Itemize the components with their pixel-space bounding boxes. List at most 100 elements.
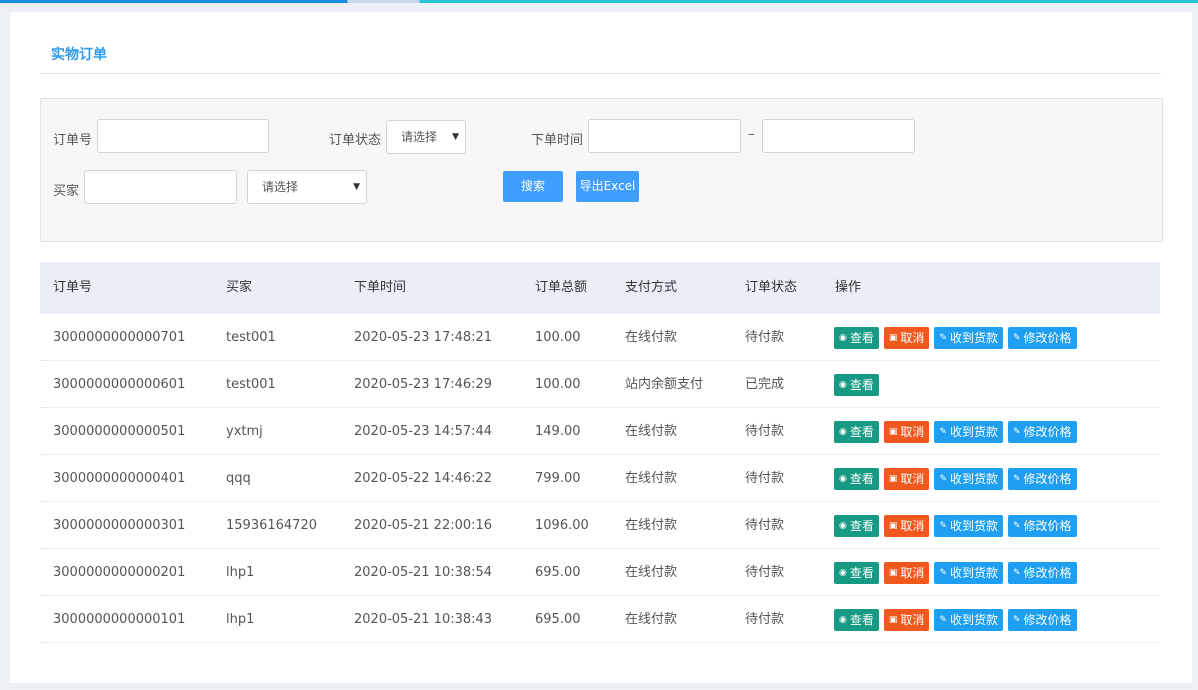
page-title: 实物订单 — [51, 47, 107, 63]
cancel-button[interactable]: ▣ 取消 — [883, 420, 930, 443]
cell-order-no: 3000000000000201 — [53, 565, 186, 580]
view-button[interactable]: ◉ 查看 — [834, 514, 879, 537]
cancel-button-label: 取消 — [900, 330, 925, 345]
view-button[interactable]: ◉ 查看 — [834, 467, 879, 490]
view-button[interactable]: ◉ 查看 — [834, 373, 879, 396]
table-row: 3000000000000601 test001 2020-05-23 17:4… — [40, 361, 1160, 408]
edit-icon: ✎ — [939, 614, 947, 625]
table-row: 3000000000000401 qqq 2020-05-22 14:46:22… — [40, 455, 1160, 502]
top-accent-bar — [0, 0, 1198, 3]
eye-icon: ◉ — [839, 520, 847, 531]
trash-icon: ▣ — [888, 426, 898, 437]
modify-price-button-label: 修改价格 — [1023, 330, 1072, 345]
cancel-button[interactable]: ▣ 取消 — [883, 514, 930, 537]
modify-price-button[interactable]: ✎ 修改价格 — [1007, 326, 1077, 349]
receive-payment-button[interactable]: ✎ 收到货款 — [934, 514, 1003, 537]
modify-price-button[interactable]: ✎ 修改价格 — [1007, 420, 1077, 443]
cell-payment-method: 在线付款 — [625, 471, 678, 486]
th-payment-method: 支付方式 — [625, 280, 678, 295]
receive-payment-button[interactable]: ✎ 收到货款 — [934, 467, 1003, 490]
cell-order-time: 2020-05-23 17:48:21 — [354, 330, 493, 345]
th-buyer: 买家 — [226, 280, 253, 295]
eye-icon: ◉ — [839, 379, 847, 390]
order-status-select[interactable]: 请选择 ▼ — [386, 120, 466, 154]
buyer-type-select[interactable]: 请选择 ▼ — [247, 170, 367, 204]
cell-order-status: 已完成 — [745, 377, 785, 392]
cell-buyer: test001 — [226, 377, 276, 392]
row-actions: ◉ 查看 ▣ 取消 ✎ 收到货款 ✎ 修改价格 — [834, 502, 1082, 549]
table-row: 3000000000000301 15936164720 2020-05-21 … — [40, 502, 1160, 549]
cell-order-no: 3000000000000701 — [53, 330, 186, 345]
cancel-button[interactable]: ▣ 取消 — [883, 608, 930, 631]
modify-price-button[interactable]: ✎ 修改价格 — [1007, 561, 1077, 584]
search-button[interactable]: 搜索 — [503, 171, 563, 202]
table-row: 3000000000000701 test001 2020-05-23 17:4… — [40, 314, 1160, 361]
cell-payment-method: 在线付款 — [625, 424, 678, 439]
row-actions: ◉ 查看 ▣ 取消 ✎ 收到货款 ✎ 修改价格 — [834, 596, 1082, 643]
cell-order-status: 待付款 — [745, 471, 785, 486]
row-actions: ◉ 查看 ▣ 取消 ✎ 收到货款 ✎ 修改价格 — [834, 314, 1082, 361]
order-no-input[interactable] — [97, 119, 269, 153]
cancel-button[interactable]: ▣ 取消 — [883, 561, 930, 584]
start-time-input[interactable] — [588, 119, 741, 153]
cell-order-time: 2020-05-23 17:46:29 — [354, 377, 493, 392]
end-time-input[interactable] — [762, 119, 915, 153]
modify-price-button-label: 修改价格 — [1023, 518, 1072, 533]
view-button[interactable]: ◉ 查看 — [834, 561, 879, 584]
view-button-label: 查看 — [849, 471, 874, 486]
order-no-label: 订单号 — [53, 133, 93, 148]
export-excel-button[interactable]: 导出Excel — [576, 171, 639, 202]
modify-price-button[interactable]: ✎ 修改价格 — [1007, 467, 1077, 490]
table-body: 3000000000000701 test001 2020-05-23 17:4… — [40, 314, 1160, 643]
order-status-label: 订单状态 — [329, 133, 382, 148]
th-order-time: 下单时间 — [354, 280, 407, 295]
edit-icon: ✎ — [1012, 567, 1021, 578]
receive-payment-button[interactable]: ✎ 收到货款 — [934, 420, 1003, 443]
edit-icon: ✎ — [1012, 332, 1021, 343]
edit-icon: ✎ — [1012, 426, 1021, 437]
view-button-label: 查看 — [849, 330, 874, 345]
edit-icon: ✎ — [1012, 473, 1021, 484]
cell-buyer: qqq — [226, 471, 251, 486]
cell-payment-method: 站内余额支付 — [625, 377, 704, 392]
cell-buyer: 15936164720 — [226, 518, 317, 533]
receive-payment-button[interactable]: ✎ 收到货款 — [934, 326, 1003, 349]
modify-price-button[interactable]: ✎ 修改价格 — [1007, 514, 1077, 537]
buyer-input[interactable] — [84, 170, 237, 204]
cell-order-status: 待付款 — [745, 518, 785, 533]
cancel-button-label: 取消 — [900, 518, 925, 533]
trash-icon: ▣ — [888, 332, 898, 343]
edit-icon: ✎ — [1012, 520, 1021, 531]
cancel-button[interactable]: ▣ 取消 — [883, 467, 930, 490]
cell-order-time: 2020-05-21 10:38:43 — [354, 612, 493, 627]
cell-order-status: 待付款 — [745, 612, 785, 627]
cell-buyer: test001 — [226, 330, 276, 345]
th-order-total: 订单总额 — [535, 280, 588, 295]
cell-order-total: 695.00 — [535, 612, 581, 627]
modify-price-button-label: 修改价格 — [1023, 424, 1072, 439]
table-row: 3000000000000501 yxtmj 2020-05-23 14:57:… — [40, 408, 1160, 455]
trash-icon: ▣ — [888, 567, 898, 578]
cell-order-time: 2020-05-21 10:38:54 — [354, 565, 493, 580]
cancel-button[interactable]: ▣ 取消 — [883, 326, 930, 349]
edit-icon: ✎ — [939, 332, 947, 343]
row-actions: ◉ 查看 ▣ 取消 ✎ 收到货款 ✎ 修改价格 — [834, 408, 1082, 455]
modify-price-button[interactable]: ✎ 修改价格 — [1007, 608, 1077, 631]
cell-order-time: 2020-05-21 22:00:16 — [354, 518, 493, 533]
view-button-label: 查看 — [849, 565, 874, 580]
view-button[interactable]: ◉ 查看 — [834, 326, 879, 349]
cell-order-total: 695.00 — [535, 565, 581, 580]
cell-order-time: 2020-05-23 14:57:44 — [354, 424, 493, 439]
view-button[interactable]: ◉ 查看 — [834, 608, 879, 631]
search-form: 订单号 订单状态 请选择 ▼ 下单时间 – 买家 请选择 ▼ 搜索 导出Exce… — [40, 98, 1163, 242]
receive-payment-button[interactable]: ✎ 收到货款 — [934, 608, 1003, 631]
view-button[interactable]: ◉ 查看 — [834, 420, 879, 443]
cell-buyer: yxtmj — [226, 424, 263, 439]
cancel-button-label: 取消 — [900, 424, 925, 439]
edit-icon: ✎ — [939, 520, 947, 531]
range-separator: – — [748, 127, 755, 142]
cell-order-time: 2020-05-22 14:46:22 — [354, 471, 493, 486]
cell-order-status: 待付款 — [745, 565, 785, 580]
receive-payment-button[interactable]: ✎ 收到货款 — [934, 561, 1003, 584]
row-actions: ◉ 查看 ▣ 取消 ✎ 收到货款 ✎ 修改价格 — [834, 455, 1082, 502]
